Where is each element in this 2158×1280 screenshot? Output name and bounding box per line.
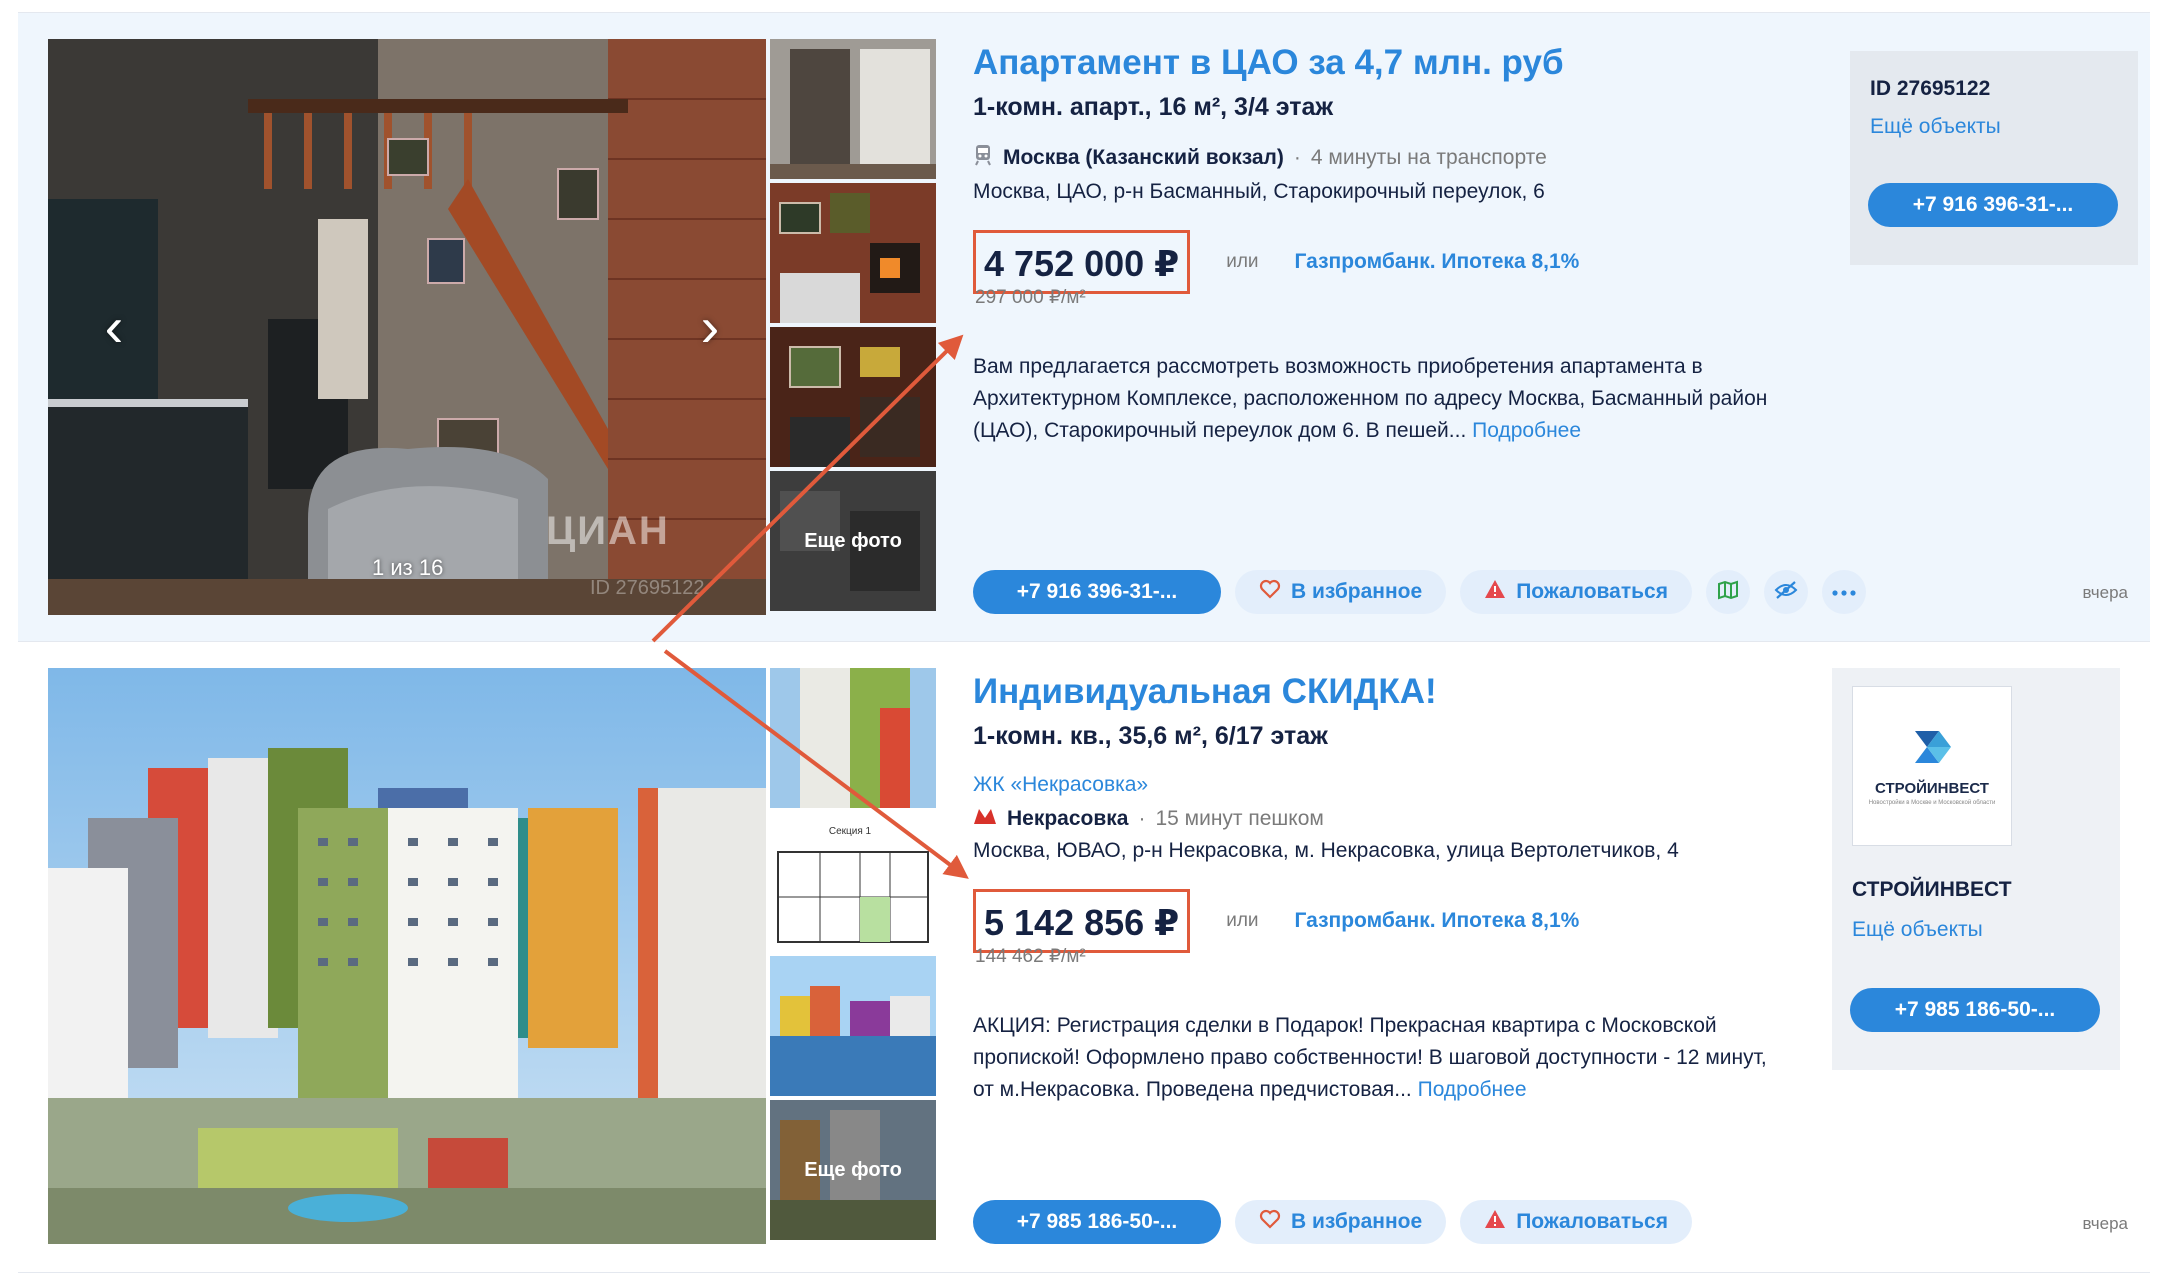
agent-panel: ID 27695122 Ещё объекты +7 916 396-31-..…	[1850, 51, 2138, 265]
separator: ·	[1138, 807, 1146, 830]
more-photos-thumbnail[interactable]: Еще фото	[770, 471, 936, 611]
photo-counter: 1 из 16	[372, 555, 444, 580]
travel-time: 15 минут пешком	[1155, 807, 1324, 830]
more-photos-label: Еще фото	[770, 471, 936, 611]
favorite-label: В избранное	[1291, 580, 1423, 603]
developer-phone-button[interactable]: +7 985 186-50-...	[1850, 988, 2100, 1032]
more-link[interactable]: Подробнее	[1472, 419, 1581, 442]
publish-date: вчера	[2082, 583, 2129, 602]
developer-name: СТРОЙИНВЕСТ	[1852, 878, 2012, 901]
warning-icon	[1484, 1209, 1506, 1235]
prev-photo-button[interactable]: ‹	[94, 299, 134, 355]
description-text: АКЦИЯ: Регистрация сделки в Подарок! Пре…	[973, 1014, 1767, 1101]
complain-button[interactable]: Пожаловаться	[1460, 570, 1692, 614]
logo-text: СТРОЙИНВЕСТ	[1875, 779, 1989, 797]
thumbnail-photo[interactable]	[770, 39, 936, 179]
floor-plan-thumbnail[interactable]: Секция 1	[770, 812, 936, 952]
more-actions-button[interactable]	[1822, 570, 1866, 614]
or-label: или	[1226, 910, 1259, 931]
address[interactable]: Москва, ЮВАО, р-н Некрасовка, м. Некрасо…	[973, 839, 1773, 863]
train-icon	[973, 144, 993, 172]
travel-time: 4 минуты на транспорте	[1310, 146, 1547, 169]
description: Вам предлагается рассмотреть возможность…	[973, 351, 1773, 447]
complain-button[interactable]: Пожаловаться	[1460, 1200, 1692, 1244]
more-dots-icon	[1832, 583, 1856, 601]
more-objects-link[interactable]: Ещё объекты	[1870, 115, 2001, 139]
listing-subtitle: 1-комн. апарт., 16 м², 3/4 этаж	[973, 93, 1334, 121]
agent-id: ID 27695122	[1870, 77, 1991, 100]
price: 4 752 000 ₽	[984, 243, 1180, 284]
developer-panel: СТРОЙИНВЕСТ Новостройки в Москве и Моско…	[1832, 668, 2120, 1070]
main-photo[interactable]	[48, 668, 766, 1244]
publish-date: вчера	[2082, 1214, 2129, 1233]
more-objects-link[interactable]: Ещё объекты	[1852, 918, 1983, 942]
action-bar: +7 916 396-31-... В избранное Пожаловать…	[973, 570, 1866, 614]
complex-link[interactable]: ЖК «Некрасовка»	[973, 773, 1773, 797]
watermark-id: ID 27695122	[590, 577, 705, 599]
next-photo-button[interactable]: ›	[690, 299, 730, 355]
main-photo[interactable]: ‹ › ЦИАН ID 27695122 1 из 16	[48, 39, 766, 615]
description: АКЦИЯ: Регистрация сделки в Подарок! Пре…	[973, 1010, 1773, 1106]
price-row: 5 142 856 ₽ или Газпромбанк. Ипотека 8,1…	[973, 889, 1773, 953]
mortgage-link[interactable]: Газпромбанк. Ипотека 8,1%	[1295, 909, 1580, 933]
agent-phone-button[interactable]: +7 916 396-31-...	[1868, 183, 2118, 227]
price-row: 4 752 000 ₽ или Газпромбанк. Ипотека 8,1…	[973, 230, 1773, 294]
map-button[interactable]	[1706, 570, 1750, 614]
show-phone-button[interactable]: +7 916 396-31-...	[973, 570, 1221, 614]
warning-icon	[1484, 579, 1506, 605]
more-link[interactable]: Подробнее	[1418, 1078, 1527, 1101]
more-photos-thumbnail[interactable]: Еще фото	[770, 1100, 936, 1240]
station-row: Некрасовка · 15 минут пешком	[973, 807, 1773, 831]
watermark-logo: ЦИАН	[546, 509, 670, 553]
address[interactable]: Москва, ЦАО, р-н Басманный, Старокирочны…	[973, 180, 1773, 204]
station-name[interactable]: Москва (Казанский вокзал)	[1003, 146, 1284, 170]
mortgage-link[interactable]: Газпромбанк. Ипотека 8,1%	[1295, 250, 1580, 274]
listing-subtitle: 1-комн. кв., 35,6 м², 6/17 этаж	[973, 722, 1328, 750]
listing-card[interactable]: ‹ › ЦИАН ID 27695122 1 из 16 Еще фото Ап…	[18, 12, 2150, 642]
listing-page: ‹ › ЦИАН ID 27695122 1 из 16 Еще фото Ап…	[0, 0, 2158, 1280]
thumbnail-photo[interactable]	[770, 956, 936, 1096]
heart-icon	[1259, 1209, 1281, 1235]
show-phone-button[interactable]: +7 985 186-50-...	[973, 1200, 1221, 1244]
favorite-button[interactable]: В избранное	[1235, 1200, 1447, 1244]
or-label: или	[1226, 251, 1259, 272]
hide-button[interactable]	[1764, 570, 1808, 614]
metro-icon	[973, 807, 997, 831]
separator: ·	[1293, 146, 1301, 169]
listing-info: Апартамент в ЦАО за 4,7 млн. руб 1-комн.…	[973, 43, 1773, 447]
logo-tagline: Новостройки в Москве и Московской област…	[1868, 799, 1996, 806]
thumbnail-photo[interactable]	[770, 183, 936, 323]
hide-eye-icon	[1774, 580, 1798, 605]
plan-section-label: Секция 1	[829, 826, 872, 837]
map-icon	[1717, 580, 1739, 605]
complain-label: Пожаловаться	[1516, 1210, 1668, 1233]
description-text: Вам предлагается рассмотреть возможность…	[973, 355, 1768, 442]
listing-title[interactable]: Апартамент в ЦАО за 4,7 млн. руб	[973, 43, 1773, 83]
logo-mark-icon	[1909, 727, 1955, 772]
developer-logo[interactable]: СТРОЙИНВЕСТ Новостройки в Москве и Моско…	[1852, 686, 2012, 846]
price-highlight: 5 142 856 ₽	[973, 889, 1191, 953]
listing-card[interactable]: Секция 1 Еще фото Индивидуальная СКИДКА!…	[18, 641, 2150, 1273]
price-highlight: 4 752 000 ₽	[973, 230, 1191, 294]
more-photos-label: Еще фото	[770, 1100, 936, 1240]
thumbnail-photo[interactable]	[770, 327, 936, 467]
station-row: Москва (Казанский вокзал) · 4 минуты на …	[973, 144, 1773, 172]
listing-title[interactable]: Индивидуальная СКИДКА!	[973, 672, 1773, 712]
heart-icon	[1259, 579, 1281, 605]
favorite-button[interactable]: В избранное	[1235, 570, 1447, 614]
station-name[interactable]: Некрасовка	[1007, 807, 1128, 831]
listing-info: Индивидуальная СКИДКА! 1-комн. кв., 35,6…	[973, 672, 1773, 1106]
price: 5 142 856 ₽	[984, 902, 1180, 943]
favorite-label: В избранное	[1291, 1210, 1423, 1233]
thumbnail-photo[interactable]	[770, 668, 936, 808]
complain-label: Пожаловаться	[1516, 580, 1668, 603]
action-bar: +7 985 186-50-... В избранное Пожаловать…	[973, 1200, 1692, 1244]
